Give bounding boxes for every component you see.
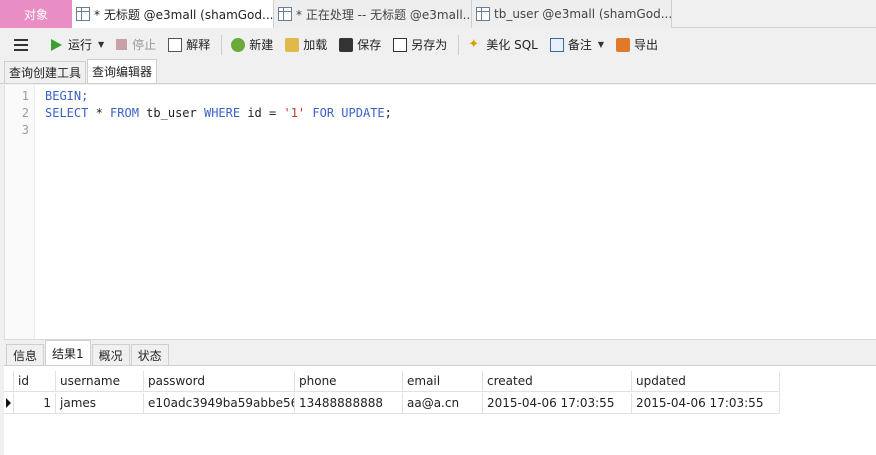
row-marker-header — [4, 371, 14, 392]
run-label: 运行 — [68, 38, 93, 52]
column-header-phone[interactable]: phone — [295, 371, 403, 392]
load-label: 加载 — [303, 38, 328, 52]
tab-label: * 正在处理 -- 无标题 @e3mall... — [296, 7, 472, 22]
column-header-email[interactable]: email — [403, 371, 483, 392]
save-label: 保存 — [357, 38, 382, 52]
column-header-password[interactable]: password — [144, 371, 295, 392]
play-icon — [51, 38, 62, 51]
stop-label: 停止 — [132, 38, 157, 52]
sql-editor[interactable]: 1 2 3 BEGIN; SELECT * FROM tb_user WHERE… — [4, 85, 876, 339]
document-tab-bar: 对象 * 无标题 @e3mall (shamGod... * 正在处理 -- 无… — [0, 0, 876, 28]
beautify-label: 美化 SQL — [486, 38, 538, 52]
tab-untitled-query[interactable]: * 无标题 @e3mall (shamGod... — [72, 0, 274, 28]
string-literal: '1' — [283, 106, 306, 120]
tab-status[interactable]: 状态 — [130, 344, 169, 365]
grid-header-row: id username password phone email created… — [4, 371, 780, 392]
column-header-updated[interactable]: updated — [632, 371, 780, 392]
load-button[interactable]: 加载 — [280, 33, 332, 57]
note-label: 备注 — [567, 38, 592, 52]
tab-info[interactable]: 信息 — [6, 344, 45, 365]
keyword-where: WHERE — [203, 106, 241, 120]
save-as-label: 另存为 — [411, 38, 448, 52]
cell-username[interactable]: james — [56, 393, 144, 414]
cell-password[interactable]: e10adc3949ba59abbe56e — [144, 393, 295, 414]
save-icon — [339, 37, 354, 52]
new-icon — [231, 37, 246, 52]
column-header-id[interactable]: id — [14, 371, 56, 392]
export-button[interactable]: 导出 — [611, 33, 663, 57]
chevron-down-icon[interactable]: ▼ — [98, 40, 104, 49]
magic-wand-icon: ✦ — [468, 36, 480, 52]
cell-created[interactable]: 2015-04-06 17:03:55 — [483, 393, 632, 414]
menu-icon[interactable] — [14, 38, 28, 51]
stop-icon — [116, 39, 128, 50]
result-panel: 信息 结果1 概况 状态 id username password phone … — [4, 339, 876, 455]
tab-label: * 无标题 @e3mall (shamGod... — [94, 7, 274, 22]
code-text: id = — [240, 106, 284, 120]
run-button[interactable]: 运行 ▼ — [46, 33, 109, 57]
export-icon — [616, 37, 631, 52]
table-icon — [476, 7, 490, 21]
toolbar-divider — [458, 34, 460, 55]
column-header-username[interactable]: username — [56, 371, 144, 392]
keyword-select: SELECT — [45, 106, 89, 120]
explain-label: 解释 — [186, 38, 211, 52]
cell-id[interactable]: 1 — [14, 393, 56, 414]
code-text: ; — [384, 106, 392, 120]
objects-tab[interactable]: 对象 — [0, 0, 72, 28]
column-header-created[interactable]: created — [483, 371, 632, 392]
explain-button[interactable]: 解释 — [163, 33, 215, 57]
tab-processing[interactable]: * 正在处理 -- 无标题 @e3mall... — [274, 0, 472, 28]
keyword-begin: BEGIN; — [45, 89, 89, 103]
keyword-from: FROM — [110, 106, 139, 120]
row-marker — [4, 393, 14, 414]
save-button[interactable]: 保存 — [334, 33, 386, 57]
line-number: 2 — [21, 106, 29, 120]
new-label: 新建 — [249, 38, 274, 52]
query-toolbar: 运行 ▼ 停止 解释 新建 加载 保存 另存为 ✦ 美化 SQL 备注 ▼ 导出 — [0, 29, 876, 60]
chevron-down-icon[interactable]: ▼ — [598, 40, 604, 49]
tab-query-editor[interactable]: 查询编辑器 — [87, 59, 158, 83]
keyword-for-update: FOR UPDATE — [312, 106, 385, 120]
code-text: * — [88, 106, 111, 120]
query-icon — [76, 7, 90, 21]
beautify-sql-button[interactable]: ✦ 美化 SQL — [463, 33, 543, 57]
export-label: 导出 — [634, 38, 659, 52]
code-line-1: BEGIN; — [45, 87, 88, 105]
explain-icon — [168, 37, 183, 52]
cell-updated[interactable]: 2015-04-06 17:03:55 — [632, 393, 780, 414]
result-tabs: 信息 结果1 概况 状态 — [4, 339, 876, 366]
folder-icon — [285, 37, 300, 52]
cell-email[interactable]: aa@a.cn — [403, 393, 483, 414]
save-as-button[interactable]: 另存为 — [388, 33, 452, 57]
line-number: 1 — [21, 89, 29, 103]
cell-phone[interactable]: 13488888888 — [295, 393, 403, 414]
tab-query-builder[interactable]: 查询创建工具 — [4, 61, 87, 83]
code-line-2: SELECT * FROM tb_user WHERE id = '1' FOR… — [45, 104, 392, 122]
current-row-icon — [6, 398, 11, 408]
tab-profile[interactable]: 概况 — [91, 344, 130, 365]
note-icon — [549, 37, 564, 52]
line-number: 3 — [21, 123, 29, 137]
new-button[interactable]: 新建 — [226, 33, 278, 57]
note-button[interactable]: 备注 ▼ — [545, 33, 609, 57]
toolbar-divider — [221, 34, 223, 55]
tab-label: tb_user @e3mall (shamGod... — [494, 7, 672, 21]
query-mode-tabs: 查询创建工具 查询编辑器 — [0, 59, 876, 84]
save-as-icon — [393, 37, 408, 52]
stop-button[interactable]: 停止 — [111, 33, 161, 57]
table-row[interactable]: 1 james e10adc3949ba59abbe56e 1348888888… — [4, 393, 780, 414]
tab-result1[interactable]: 结果1 — [45, 340, 91, 365]
code-text: tb_user — [138, 106, 204, 120]
line-number-gutter: 1 2 3 — [5, 85, 35, 339]
tab-tb-user[interactable]: tb_user @e3mall (shamGod... — [472, 0, 672, 28]
query-icon — [278, 7, 292, 21]
